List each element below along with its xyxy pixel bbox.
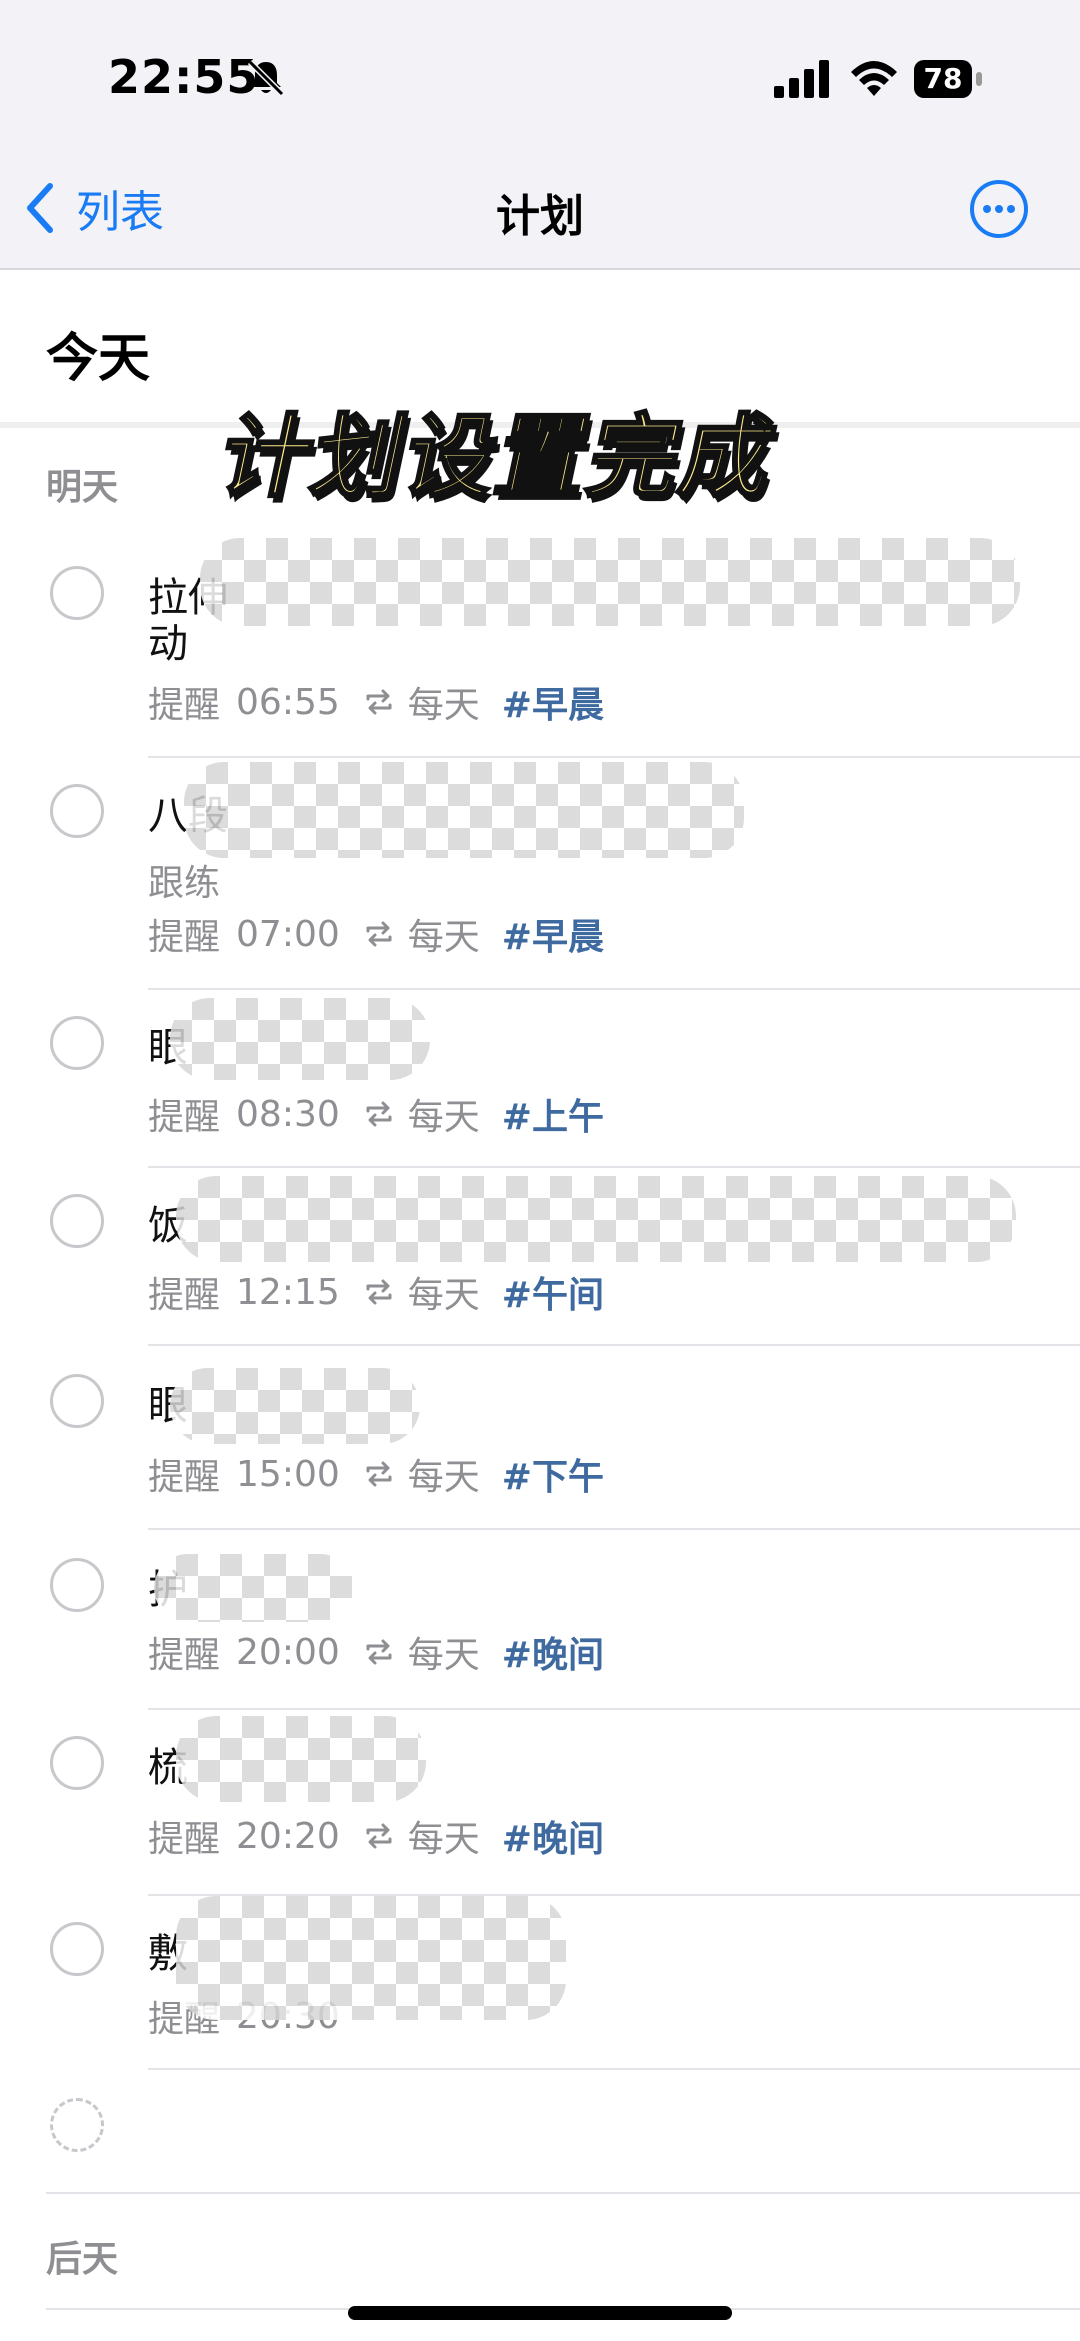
repeat-icon <box>366 1461 392 1487</box>
wifi-icon <box>851 61 897 96</box>
repeat-icon <box>366 689 392 715</box>
task-tag[interactable]: #上午 <box>502 1088 604 1140</box>
task-meta: 提醒 08:30 每天 #上午 <box>148 1088 604 1140</box>
bell-muted-icon <box>247 59 285 97</box>
cellular-signal-icon <box>774 60 829 98</box>
task-title-continued: 动 <box>148 621 188 667</box>
task-note: 跟练 <box>148 863 221 904</box>
divider <box>148 988 1080 990</box>
new-task-checkbox[interactable] <box>50 2098 104 2152</box>
section-today: 今天 <box>46 329 151 389</box>
complete-checkbox[interactable] <box>50 1194 104 1248</box>
section-day-after-tomorrow: 后天 <box>46 2239 119 2280</box>
reminder-time: 20:20 <box>236 1815 340 1857</box>
reminder-label: 提醒 <box>148 1635 221 1676</box>
reminder-time: 20:00 <box>236 1631 340 1673</box>
task-meta: 提醒 07:00 每天 #早晨 <box>148 908 604 960</box>
divider <box>148 1708 1080 1710</box>
reminder-time: 12:15 <box>236 1271 340 1313</box>
task-tag[interactable]: #早晨 <box>502 908 604 960</box>
reminder-label: 提醒 <box>148 1275 221 1316</box>
repeat-label: 每天 <box>407 917 480 958</box>
privacy-mask <box>176 1176 1016 1262</box>
task-meta: 提醒 20:00 每天 #晚间 <box>148 1626 604 1678</box>
privacy-mask <box>176 1716 426 1802</box>
overlay-caption: 计划设置完成 <box>210 404 787 512</box>
divider <box>148 1528 1080 1530</box>
complete-checkbox[interactable] <box>50 566 104 620</box>
complete-checkbox[interactable] <box>50 1736 104 1790</box>
privacy-mask <box>170 1368 420 1444</box>
privacy-mask <box>200 538 1020 626</box>
repeat-label: 每天 <box>407 685 480 726</box>
task-tag[interactable]: #午间 <box>502 1266 604 1318</box>
task-tag[interactable]: #晚间 <box>502 1626 604 1678</box>
privacy-mask <box>154 1554 354 1622</box>
page-title: 计划 <box>496 191 584 242</box>
reminder-label: 提醒 <box>148 1457 221 1498</box>
repeat-icon <box>366 1101 392 1127</box>
reminder-time: 07:00 <box>236 913 340 955</box>
more-options-icon[interactable] <box>968 178 1030 240</box>
repeat-label: 每天 <box>407 1635 480 1676</box>
privacy-mask <box>176 1896 566 2020</box>
task-meta: 提醒 20:20 每天 #晚间 <box>148 1810 604 1862</box>
reminder-label: 提醒 <box>148 1819 221 1860</box>
section-tomorrow: 明天 <box>46 467 119 508</box>
reminder-time: 08:30 <box>236 1093 340 1135</box>
repeat-label: 每天 <box>407 1275 480 1316</box>
divider <box>148 2068 1080 2070</box>
repeat-label: 每天 <box>407 1819 480 1860</box>
battery-indicator: 78 <box>914 60 984 98</box>
complete-checkbox[interactable] <box>50 784 104 838</box>
complete-checkbox[interactable] <box>50 1016 104 1070</box>
complete-checkbox[interactable] <box>50 1374 104 1428</box>
privacy-mask <box>170 998 430 1080</box>
complete-checkbox[interactable] <box>50 1558 104 1612</box>
task-meta: 提醒 15:00 每天 #下午 <box>148 1448 604 1500</box>
divider <box>46 2192 1080 2194</box>
privacy-mask <box>184 762 744 858</box>
repeat-icon <box>366 1823 392 1849</box>
task-tag[interactable]: #早晨 <box>502 676 604 728</box>
task-tag[interactable]: #下午 <box>502 1448 604 1500</box>
reminder-label: 提醒 <box>148 685 221 726</box>
repeat-icon <box>366 1279 392 1305</box>
divider <box>148 1344 1080 1346</box>
battery-level: 78 <box>923 62 963 95</box>
home-indicator[interactable] <box>348 2306 732 2320</box>
task-tag[interactable]: #晚间 <box>502 1810 604 1862</box>
divider <box>148 756 1080 758</box>
divider <box>148 1166 1080 1168</box>
repeat-icon <box>366 1639 392 1665</box>
task-meta: 提醒 12:15 每天 #午间 <box>148 1266 604 1318</box>
repeat-label: 每天 <box>407 1457 480 1498</box>
reminder-time: 15:00 <box>236 1453 340 1495</box>
nav-bar: 列表 计划 <box>0 150 1080 270</box>
status-bar: 22:55 78 <box>0 0 1080 150</box>
reminder-time: 06:55 <box>236 681 340 723</box>
status-time: 22:55 <box>108 50 260 104</box>
repeat-icon <box>366 921 392 947</box>
repeat-label: 每天 <box>407 1097 480 1138</box>
reminder-label: 提醒 <box>148 1097 221 1138</box>
task-meta: 提醒 06:55 每天 #早晨 <box>148 676 604 728</box>
complete-checkbox[interactable] <box>50 1922 104 1976</box>
reminder-label: 提醒 <box>148 917 221 958</box>
